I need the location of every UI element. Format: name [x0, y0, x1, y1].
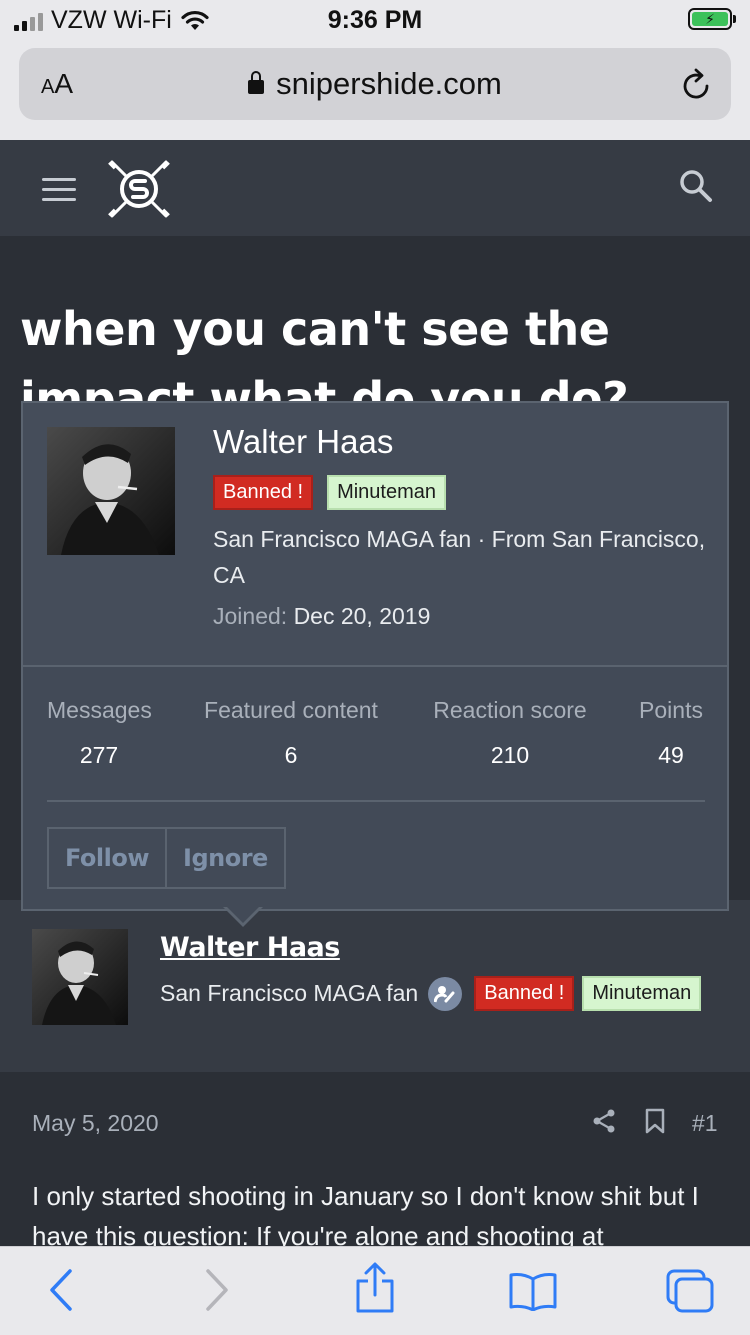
bookmark-icon[interactable] [644, 1108, 666, 1134]
stat-featured-content[interactable]: Featured content 6 [199, 697, 383, 769]
site-header [0, 140, 750, 236]
member-tooltip: Walter Haas Banned ! Minuteman San Franc… [21, 401, 729, 911]
minuteman-badge: Minuteman [327, 475, 447, 510]
share-sheet-icon[interactable] [354, 1261, 396, 1315]
stat-messages[interactable]: Messages 277 [47, 697, 152, 769]
battery-charging-icon: ⚡ [688, 8, 736, 30]
divider [47, 800, 705, 802]
status-time: 9:36 PM [327, 6, 423, 34]
stat-label: Points [639, 697, 703, 723]
joined-date: Dec 20, 2019 [293, 603, 431, 629]
banned-badge: Banned ! [213, 475, 314, 510]
author-avatar[interactable] [32, 929, 128, 1025]
url-display[interactable]: snipershide.com [19, 66, 731, 102]
stat-label: Messages [47, 697, 152, 723]
stat-value: 6 [284, 742, 298, 768]
stat-points[interactable]: Points 49 [635, 697, 707, 769]
stat-value: 277 [79, 742, 119, 768]
stat-label: Reaction score [433, 697, 587, 723]
stat-value: 49 [658, 742, 684, 768]
author-meta: San Francisco MAGA fan Banned ! Minutema… [160, 976, 702, 1011]
follow-button[interactable]: Follow [49, 829, 165, 887]
stat-label: Featured content [204, 697, 378, 723]
ignore-button[interactable]: Ignore [165, 829, 284, 887]
member-tooltip-header: Walter Haas Banned ! Minuteman San Franc… [23, 403, 727, 667]
status-bar: VZW Wi-Fi 9:36 PM ⚡ [0, 0, 750, 40]
post: May 5, 2020 #1 I only started shooting i… [0, 1072, 750, 1246]
member-location-info: San Francisco MAGA fan · From San Franci… [213, 526, 706, 588]
post-body: I only started shooting in January so I … [32, 1181, 699, 1246]
forward-icon[interactable] [202, 1267, 232, 1313]
tooltip-pointer-fill [225, 905, 261, 923]
post-number-link[interactable]: #1 [692, 1110, 718, 1137]
member-actions: Follow Ignore [47, 827, 286, 889]
author-user-title: San Francisco MAGA fan [160, 980, 419, 1006]
post-date[interactable]: May 5, 2020 [32, 1110, 159, 1137]
search-icon[interactable] [678, 168, 714, 204]
browser-toolbar [0, 1246, 750, 1335]
reload-icon[interactable] [681, 68, 713, 102]
member-name[interactable]: Walter Haas [213, 423, 393, 461]
joined-label: Joined: [213, 603, 288, 629]
url-text: snipershide.com [276, 66, 502, 101]
snipershide-logo[interactable] [106, 156, 172, 222]
bookmarks-icon[interactable] [508, 1271, 558, 1311]
banned-badge: Banned ! [474, 976, 575, 1011]
share-icon[interactable] [592, 1108, 616, 1134]
tabs-icon[interactable] [664, 1267, 716, 1315]
browser-address-area: AAAA snipershide.com [0, 40, 750, 140]
lock-icon [248, 71, 265, 94]
back-icon[interactable] [46, 1267, 76, 1313]
post-author-block: Walter Haas San Francisco MAGA fan Banne… [0, 900, 750, 1072]
author-name-link[interactable]: Walter Haas [160, 932, 340, 963]
minuteman-badge: Minuteman [582, 976, 702, 1011]
verified-user-icon [428, 976, 463, 1011]
address-bar[interactable]: AAAA snipershide.com [19, 48, 731, 120]
member-badges: Banned ! Minuteman [213, 475, 447, 510]
hamburger-menu-icon[interactable] [42, 178, 76, 208]
stat-value: 210 [490, 742, 530, 768]
member-avatar[interactable] [47, 427, 175, 555]
stat-reaction-score[interactable]: Reaction score 210 [429, 697, 591, 769]
member-joined: Joined: Dec 20, 2019 [213, 603, 430, 630]
